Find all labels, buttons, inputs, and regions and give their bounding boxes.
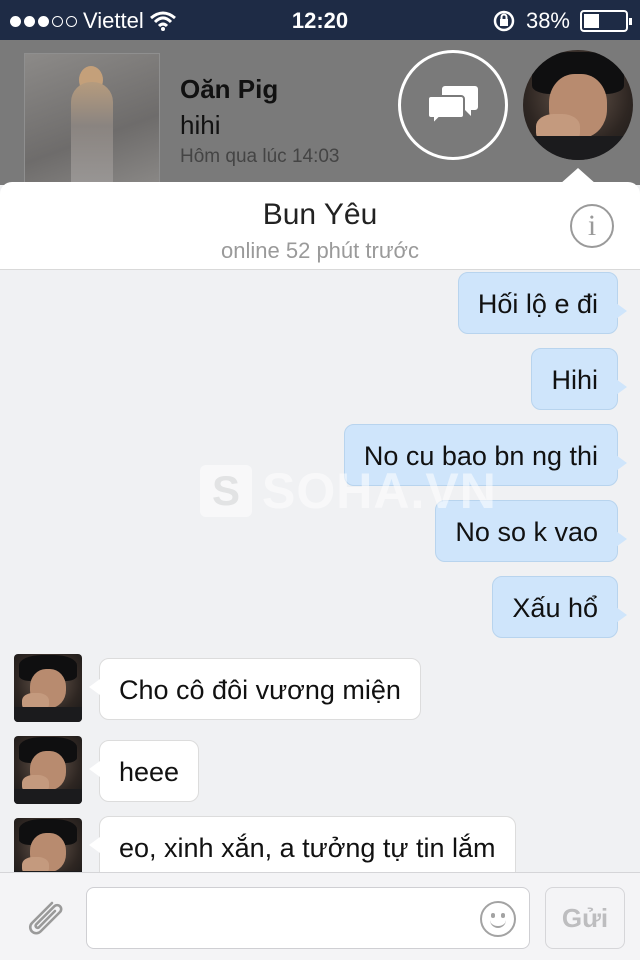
paperclip-icon[interactable] xyxy=(22,897,68,937)
composer-bar: Gửi xyxy=(0,872,640,960)
send-button[interactable]: Gửi xyxy=(545,887,625,949)
watermark: S SOHA.VN xyxy=(200,462,497,520)
incoming-message[interactable]: heee xyxy=(88,740,200,802)
sender-avatar[interactable] xyxy=(14,818,82,872)
message-input[interactable] xyxy=(86,887,530,949)
sender-avatar[interactable] xyxy=(14,736,82,804)
conversation-title: Bun Yêu xyxy=(262,198,378,231)
status-bar: Viettel 12:20 38% xyxy=(0,0,640,40)
chat-head-avatar[interactable] xyxy=(523,50,633,160)
battery-percent: 38% xyxy=(525,8,570,33)
watermark-logo: S xyxy=(200,465,252,517)
incoming-message[interactable]: eo, xinh xắn, a tưởng tự tin lắm xyxy=(89,816,516,872)
message-list[interactable]: Hối lộ e đi Hihi No cu bao bn ng thi No … xyxy=(0,270,640,872)
outgoing-message[interactable]: Hihi xyxy=(531,348,627,410)
chat-head-preview[interactable]: Oăn Pig hihi Hôm qua lúc 14:03 xyxy=(0,40,640,189)
outgoing-message[interactable]: Xấu hổ xyxy=(492,576,627,638)
conversation-header: Bun Yêu online 52 phút trước i xyxy=(0,182,640,270)
smiley-icon[interactable] xyxy=(480,901,516,937)
chat-bubbles-icon xyxy=(427,86,478,127)
outgoing-message[interactable]: Hối lộ e đi xyxy=(457,272,628,334)
battery-icon xyxy=(580,10,632,32)
chat-head-last-message: hihi xyxy=(180,110,221,140)
info-icon[interactable]: i xyxy=(570,204,614,248)
incoming-message[interactable]: Cho cô đôi vương miện xyxy=(89,658,421,720)
messages-button[interactable] xyxy=(398,50,508,160)
chat-head-name: Oăn Pig xyxy=(180,74,279,104)
orientation-lock-icon xyxy=(493,10,515,32)
last-seen-status: online 52 phút trước xyxy=(221,238,419,263)
shared-photo-thumbnail[interactable] xyxy=(24,53,160,189)
sender-avatar[interactable] xyxy=(14,654,82,722)
watermark-text: SOHA.VN xyxy=(262,463,497,519)
chat-head-timestamp: Hôm qua lúc 14:03 xyxy=(180,146,340,167)
